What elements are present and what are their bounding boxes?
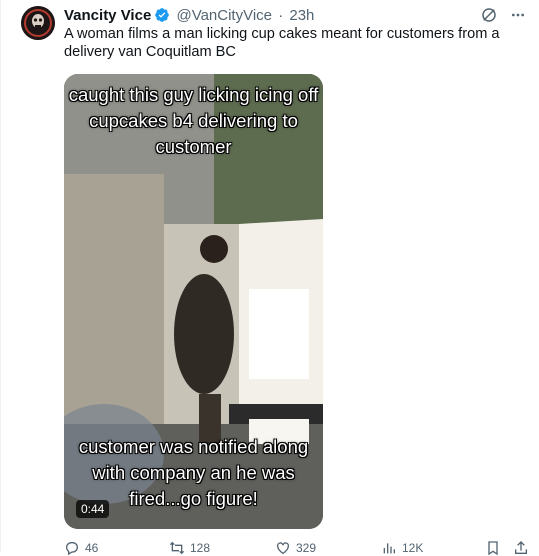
views-button[interactable]: 12K <box>381 540 423 556</box>
avatar[interactable] <box>21 6 55 40</box>
like-count: 329 <box>296 541 317 555</box>
reply-count: 46 <box>85 541 99 555</box>
view-count: 12K <box>402 541 424 555</box>
tweet[interactable]: Vancity Vice @VanCityVice · 23h A woman … <box>0 0 539 556</box>
reply-icon <box>66 542 78 556</box>
repost-icon <box>169 541 185 555</box>
bookmark-icon <box>488 541 498 556</box>
timestamp[interactable]: 23h <box>289 7 314 24</box>
author-name[interactable]: Vancity Vice <box>64 7 151 24</box>
repost-button[interactable]: 128 <box>169 540 210 556</box>
share-icon <box>515 541 527 554</box>
more-icon[interactable] <box>510 7 526 28</box>
avatar-image <box>21 6 55 40</box>
separator-dot: · <box>278 7 284 24</box>
video-player[interactable]: caught this guy licking icing off cupcak… <box>64 74 323 529</box>
video-caption-top: caught this guy licking icing off cupcak… <box>68 84 319 157</box>
tweet-actions: 46 128 329 12K <box>64 536 534 556</box>
bookmark-button[interactable] <box>485 540 501 556</box>
views-icon <box>383 543 395 554</box>
repost-count: 128 <box>190 541 211 555</box>
author-handle[interactable]: @VanCityVice <box>176 7 272 24</box>
tweet-text: A woman films a man licking cup cakes me… <box>64 26 500 60</box>
reply-button[interactable]: 46 <box>64 540 98 556</box>
like-icon <box>277 542 289 555</box>
share-button[interactable] <box>513 540 529 556</box>
like-button[interactable]: 329 <box>275 540 316 556</box>
video-duration: 0:44 <box>76 500 110 518</box>
